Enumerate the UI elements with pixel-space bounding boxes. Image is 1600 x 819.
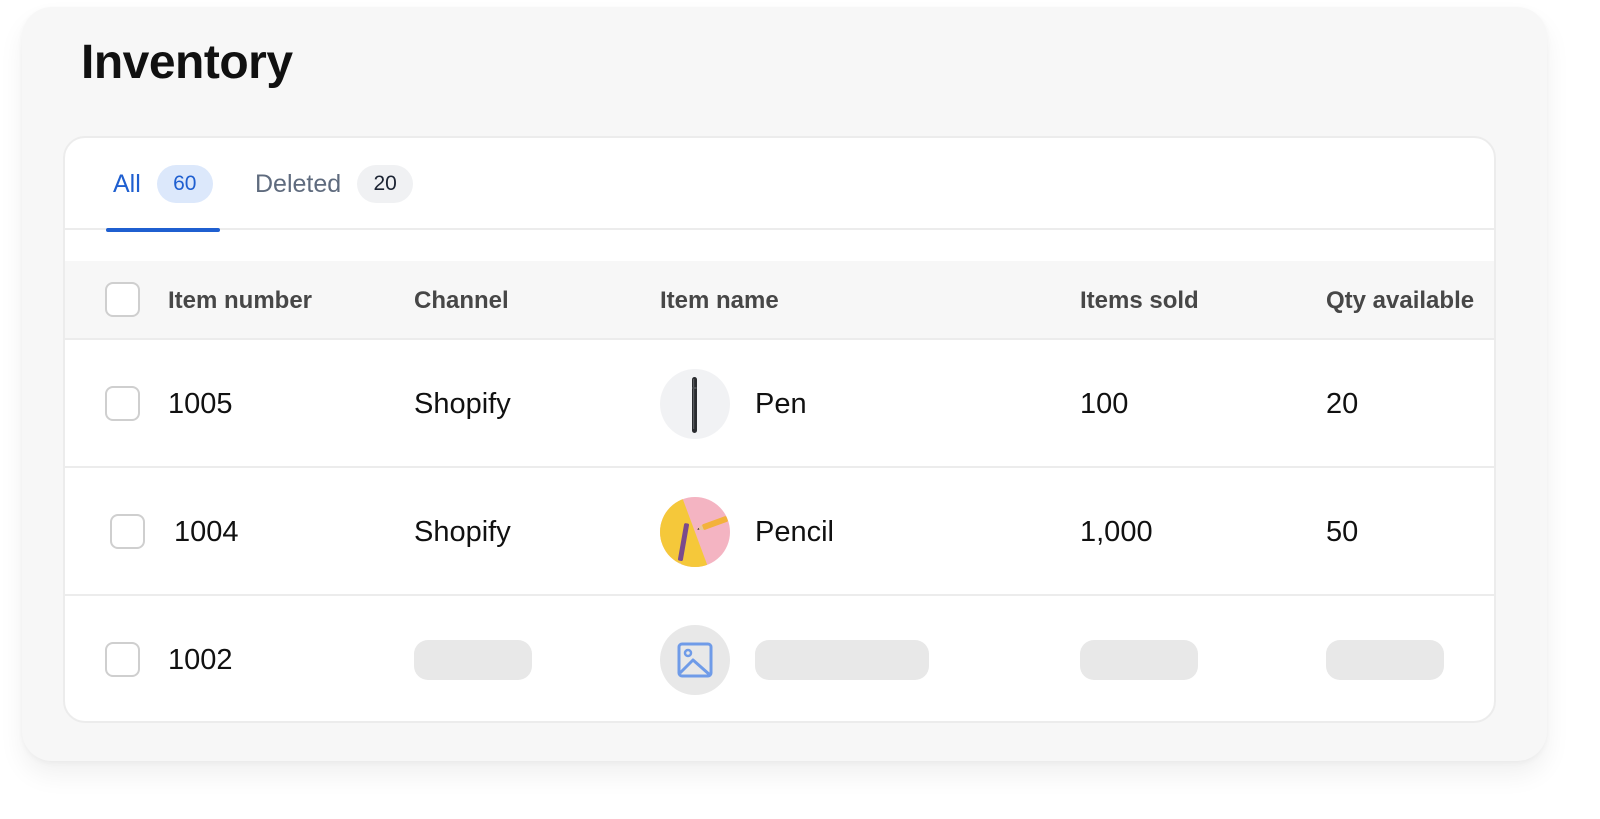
channel: Shopify — [414, 387, 511, 420]
qty-available: 50 — [1326, 515, 1359, 548]
table-row[interactable]: 1002 — [65, 596, 1494, 721]
table-row[interactable]: 1004 Shopify Pencil 1,000 50 — [65, 468, 1494, 596]
tab-all-label: All — [113, 169, 141, 198]
item-number: 1002 — [168, 643, 233, 676]
image-placeholder-icon — [660, 625, 730, 695]
item-name: Pen — [755, 387, 807, 420]
item-number: 1004 — [174, 515, 239, 548]
qty-available-skeleton — [1326, 640, 1444, 680]
select-all-checkbox[interactable] — [105, 282, 140, 317]
tab-deleted-label: Deleted — [255, 169, 342, 198]
channel-skeleton — [414, 640, 532, 680]
tab-deleted[interactable]: Deleted 20 — [255, 138, 414, 230]
tab-bar: All 60 Deleted 20 — [65, 138, 1494, 232]
row-checkbox[interactable] — [110, 514, 145, 549]
table-header: Item number Channel Item name Items sold… — [65, 261, 1494, 340]
items-sold: 1,000 — [1080, 515, 1153, 548]
pencil-image — [660, 497, 730, 567]
pen-image — [660, 369, 730, 439]
items-sold-skeleton — [1080, 640, 1198, 680]
items-sold: 100 — [1080, 387, 1129, 420]
column-header-qty-available[interactable]: Qty available — [1326, 261, 1474, 340]
column-header-item-number[interactable]: Item number — [168, 261, 312, 340]
inventory-panel: Inventory All 60 Deleted 20 Item number … — [22, 7, 1547, 761]
column-header-items-sold[interactable]: Items sold — [1080, 261, 1199, 340]
inventory-card: All 60 Deleted 20 Item number Channel It… — [63, 136, 1496, 723]
column-header-channel[interactable]: Channel — [414, 261, 509, 340]
tab-all[interactable]: All 60 — [106, 138, 220, 232]
tab-all-count-badge: 60 — [156, 165, 213, 203]
item-name-skeleton — [755, 640, 929, 680]
qty-available: 20 — [1326, 387, 1359, 420]
page-title: Inventory — [81, 36, 293, 89]
item-number: 1005 — [168, 387, 233, 420]
row-checkbox[interactable] — [105, 642, 140, 677]
row-checkbox[interactable] — [105, 386, 140, 421]
active-tab-indicator — [106, 228, 220, 232]
item-name: Pencil — [755, 515, 834, 548]
tab-deleted-count-badge: 20 — [357, 165, 414, 203]
channel: Shopify — [414, 515, 511, 548]
table-row[interactable]: 1005 Shopify Pen 100 20 — [65, 340, 1494, 468]
column-header-item-name[interactable]: Item name — [660, 261, 779, 340]
